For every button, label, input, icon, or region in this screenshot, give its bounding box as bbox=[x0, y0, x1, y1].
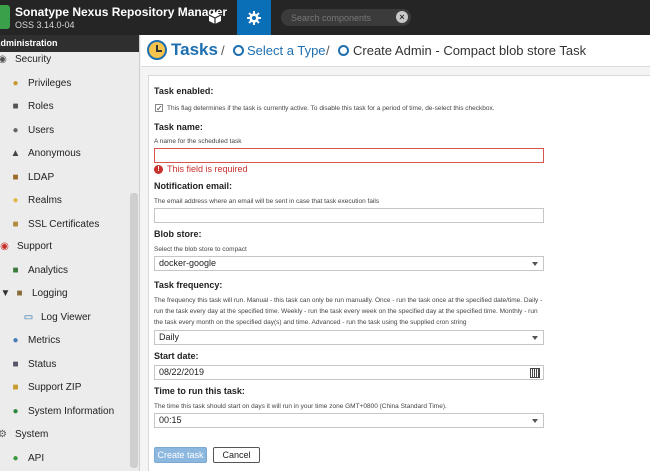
api-icon: ● bbox=[12, 452, 19, 464]
cube-icon bbox=[208, 11, 222, 24]
breadcrumb-separator: / bbox=[326, 43, 330, 58]
clock-icon bbox=[147, 40, 167, 60]
task-enabled-hint: This flag determines if the task is curr… bbox=[167, 105, 495, 112]
blob-store-label: Blob store: bbox=[154, 229, 202, 239]
chevron-down-icon: ▼ bbox=[0, 287, 11, 299]
task-frequency-hint: The frequency this task will run. Manual… bbox=[154, 297, 543, 326]
task-frequency-label: Task frequency: bbox=[154, 280, 223, 290]
notification-email-label: Notification email: bbox=[154, 181, 233, 191]
task-enabled-label: Task enabled: bbox=[154, 86, 214, 96]
document-icon: ▭ bbox=[23, 311, 34, 323]
chevron-down-icon bbox=[532, 419, 538, 423]
create-task-form: Task enabled: ✓ This flag determines if … bbox=[148, 75, 650, 471]
create-task-button[interactable]: Create task bbox=[154, 447, 207, 463]
task-name-error: ! This field is required bbox=[154, 164, 248, 174]
admin-sidebar: Administration ◉ Security ● Privileges ■… bbox=[0, 35, 140, 471]
user-card-icon: ■ bbox=[12, 100, 19, 112]
sidebar-item-status[interactable]: ■ Status bbox=[10, 354, 56, 374]
chevron-down-icon bbox=[532, 262, 538, 266]
browse-mode-button[interactable] bbox=[198, 0, 232, 35]
shield-icon: ◉ bbox=[0, 54, 8, 65]
chart-icon: ■ bbox=[12, 264, 19, 276]
admin-mode-button[interactable] bbox=[237, 0, 271, 35]
sidebar-item-system-information[interactable]: ● System Information bbox=[10, 401, 114, 421]
sidebar-scrollbar[interactable] bbox=[130, 193, 138, 468]
sidebar-item-privileges[interactable]: ● Privileges bbox=[10, 73, 71, 93]
task-name-hint: A name for the scheduled task bbox=[154, 138, 242, 145]
sidebar-item-users[interactable]: ● Users bbox=[10, 120, 54, 140]
folder-icon: ■ bbox=[16, 287, 23, 299]
start-date-input[interactable]: 08/22/2019 bbox=[154, 365, 544, 380]
app-version: OSS 3.14.0-04 bbox=[15, 20, 75, 30]
book-icon: ■ bbox=[12, 171, 19, 183]
sidebar-item-anonymous[interactable]: ▲ Anonymous bbox=[10, 143, 81, 163]
sidebar-item-logging[interactable]: ▼ ■ Logging bbox=[0, 283, 68, 303]
gauge-icon: ● bbox=[12, 334, 19, 346]
breadcrumb: Tasks / Select a Type / Create Admin - C… bbox=[141, 35, 650, 67]
time-to-run-value: 00:15 bbox=[159, 415, 182, 425]
nexus-logo bbox=[0, 5, 10, 29]
search-input[interactable] bbox=[281, 9, 393, 26]
lifebuoy-icon: ◉ bbox=[0, 240, 9, 252]
blob-store-hint: Select the blob store to compact bbox=[154, 246, 247, 253]
error-icon: ! bbox=[154, 164, 163, 174]
sidebar-item-support[interactable]: ◉ Support bbox=[0, 236, 52, 256]
medal-icon: ● bbox=[12, 77, 19, 89]
sidebar-item-metrics[interactable]: ● Metrics bbox=[10, 330, 60, 350]
sidebar-item-api[interactable]: ● API bbox=[10, 448, 44, 468]
sidebar-item-ssl-certificates[interactable]: ■ SSL Certificates bbox=[10, 214, 99, 234]
sidebar-item-roles[interactable]: ■ Roles bbox=[10, 96, 53, 116]
time-to-run-select[interactable]: 00:15 bbox=[154, 413, 544, 428]
certificate-icon: ■ bbox=[12, 218, 19, 230]
task-frequency-select[interactable]: Daily bbox=[154, 330, 544, 345]
time-to-run-label: Time to run this task: bbox=[154, 386, 245, 396]
top-header: Sonatype Nexus Repository Manager OSS 3.… bbox=[0, 0, 650, 35]
shield-icon: ● bbox=[12, 194, 19, 206]
clear-search-icon[interactable]: × bbox=[396, 11, 408, 23]
chevron-down-icon bbox=[532, 336, 538, 340]
calendar-icon[interactable] bbox=[530, 368, 540, 378]
status-icon: ■ bbox=[12, 358, 19, 370]
task-enabled-checkbox[interactable]: ✓ bbox=[155, 104, 163, 113]
cancel-button[interactable]: Cancel bbox=[213, 447, 260, 463]
clock-icon bbox=[233, 45, 244, 56]
sidebar-item-realms[interactable]: ● Realms bbox=[10, 190, 61, 210]
gear-icon bbox=[247, 10, 261, 25]
info-icon: ● bbox=[12, 405, 19, 417]
blob-store-select[interactable]: docker-google bbox=[154, 256, 544, 271]
notification-email-input[interactable] bbox=[154, 208, 544, 223]
notification-email-hint: The email address where an email will be… bbox=[154, 198, 380, 205]
search-box: × bbox=[281, 9, 411, 26]
start-date-label: Start date: bbox=[154, 351, 199, 361]
sidebar-item-support-zip[interactable]: ■ Support ZIP bbox=[10, 377, 81, 397]
sidebar-item-security[interactable]: ◉ Security bbox=[0, 49, 51, 69]
start-date-value: 08/22/2019 bbox=[159, 367, 205, 377]
sidebar-item-system[interactable]: ⚙ System bbox=[0, 424, 48, 444]
task-frequency-value: Daily bbox=[159, 332, 180, 342]
sidebar-item-log-viewer[interactable]: ▭ Log Viewer bbox=[23, 307, 91, 327]
breadcrumb-separator: / bbox=[221, 43, 225, 58]
users-icon: ● bbox=[12, 124, 19, 136]
gear-icon: ⚙ bbox=[0, 429, 8, 440]
breadcrumb-root-tasks[interactable]: Tasks bbox=[171, 40, 218, 60]
app-title: Sonatype Nexus Repository Manager bbox=[15, 5, 228, 19]
task-name-input[interactable] bbox=[154, 148, 544, 163]
anonymous-icon: ▲ bbox=[10, 147, 21, 159]
sidebar-item-ldap[interactable]: ■ LDAP bbox=[10, 167, 54, 187]
breadcrumb-current: Create Admin - Compact blob store Task bbox=[353, 43, 587, 58]
clock-icon bbox=[338, 45, 349, 56]
time-to-run-hint: The time this task should start on days … bbox=[154, 403, 447, 410]
breadcrumb-select-type-link[interactable]: Select a Type bbox=[247, 43, 326, 58]
zip-icon: ■ bbox=[12, 381, 19, 393]
blob-store-value: docker-google bbox=[159, 258, 217, 268]
sidebar-item-analytics[interactable]: ■ Analytics bbox=[10, 260, 68, 280]
task-name-label: Task name: bbox=[154, 122, 203, 132]
